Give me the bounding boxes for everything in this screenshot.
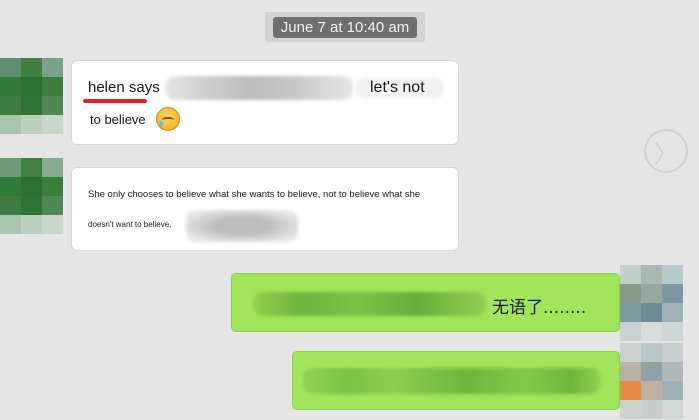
avatar[interactable] — [620, 265, 683, 341]
redacted-text — [254, 292, 486, 316]
highlight-underline — [83, 99, 147, 103]
message-text: to believe — [90, 112, 146, 127]
avatar[interactable] — [620, 343, 683, 419]
redacted-text — [303, 368, 601, 394]
sender-label: helen says — [88, 79, 160, 96]
redacted-text — [186, 210, 298, 242]
outgoing-message-bubble[interactable] — [292, 351, 620, 410]
message-text: She only chooses to believe what she wan… — [88, 189, 421, 200]
timestamp-container: June 7 at 10:40 am — [265, 12, 425, 42]
chevron-right-circle-icon[interactable]: 〉 — [644, 129, 688, 173]
avatar[interactable] — [0, 158, 63, 234]
timestamp: June 7 at 10:40 am — [272, 16, 418, 38]
outgoing-message-bubble[interactable]: 无语了........ — [231, 273, 620, 332]
message-text: doesn't want to believe, — [88, 220, 172, 229]
laughing-crying-emoji-icon — [156, 107, 180, 131]
incoming-message-bubble[interactable]: She only chooses to believe what she wan… — [71, 167, 459, 251]
message-text: let's not — [370, 79, 425, 96]
message-text: 无语了........ — [492, 298, 587, 318]
redacted-text — [166, 76, 353, 100]
avatar[interactable] — [0, 58, 63, 134]
